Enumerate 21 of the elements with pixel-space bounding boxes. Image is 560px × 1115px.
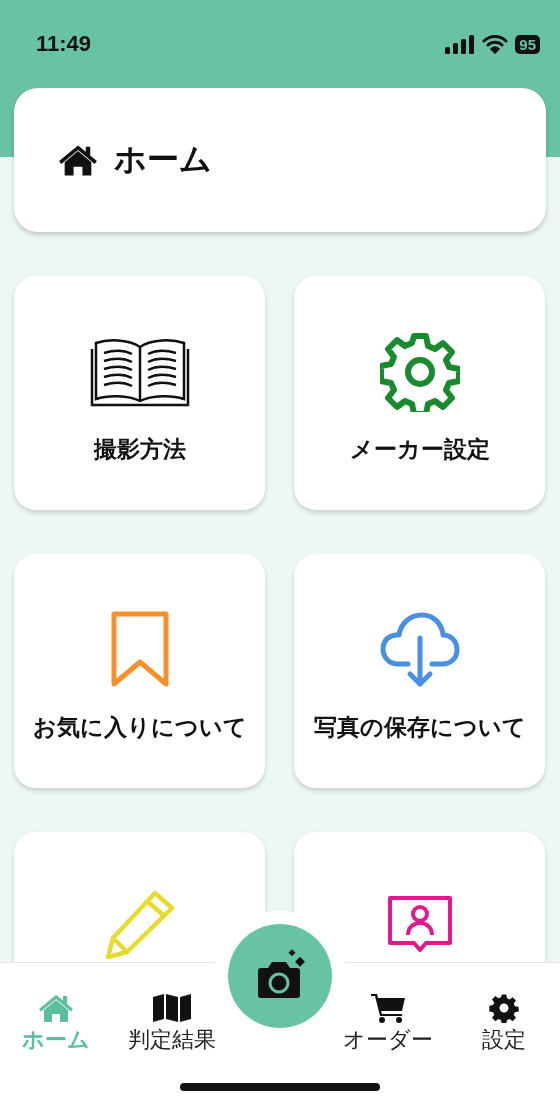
tab-button[interactable]: 判定結果 [112, 993, 232, 1055]
menu-card[interactable]: メーカー設定 [294, 276, 545, 510]
home-icon [58, 143, 98, 177]
tab-button[interactable]: オーダー [328, 993, 448, 1055]
settings-icon [489, 993, 519, 1023]
map-icon [152, 993, 192, 1023]
card-label: 撮影方法 [93, 435, 186, 464]
menu-card[interactable]: 撮影方法 [14, 276, 265, 510]
cart-icon [371, 993, 405, 1023]
menu-card[interactable] [294, 832, 545, 962]
card-label: 写真の保存について [313, 713, 526, 742]
menu-card[interactable]: お気に入りについて [14, 554, 265, 788]
signal-icon [445, 34, 476, 54]
card-label: お気に入りについて [32, 713, 247, 742]
home-icon [38, 993, 74, 1023]
status-time: 11:49 [36, 31, 92, 57]
tab-button[interactable]: 設定 [448, 993, 560, 1055]
wifi-icon [482, 34, 509, 54]
menu-card[interactable]: 写真の保存について [294, 554, 545, 788]
card-label: メーカー設定 [349, 435, 490, 464]
page-title: ホーム [114, 139, 212, 180]
